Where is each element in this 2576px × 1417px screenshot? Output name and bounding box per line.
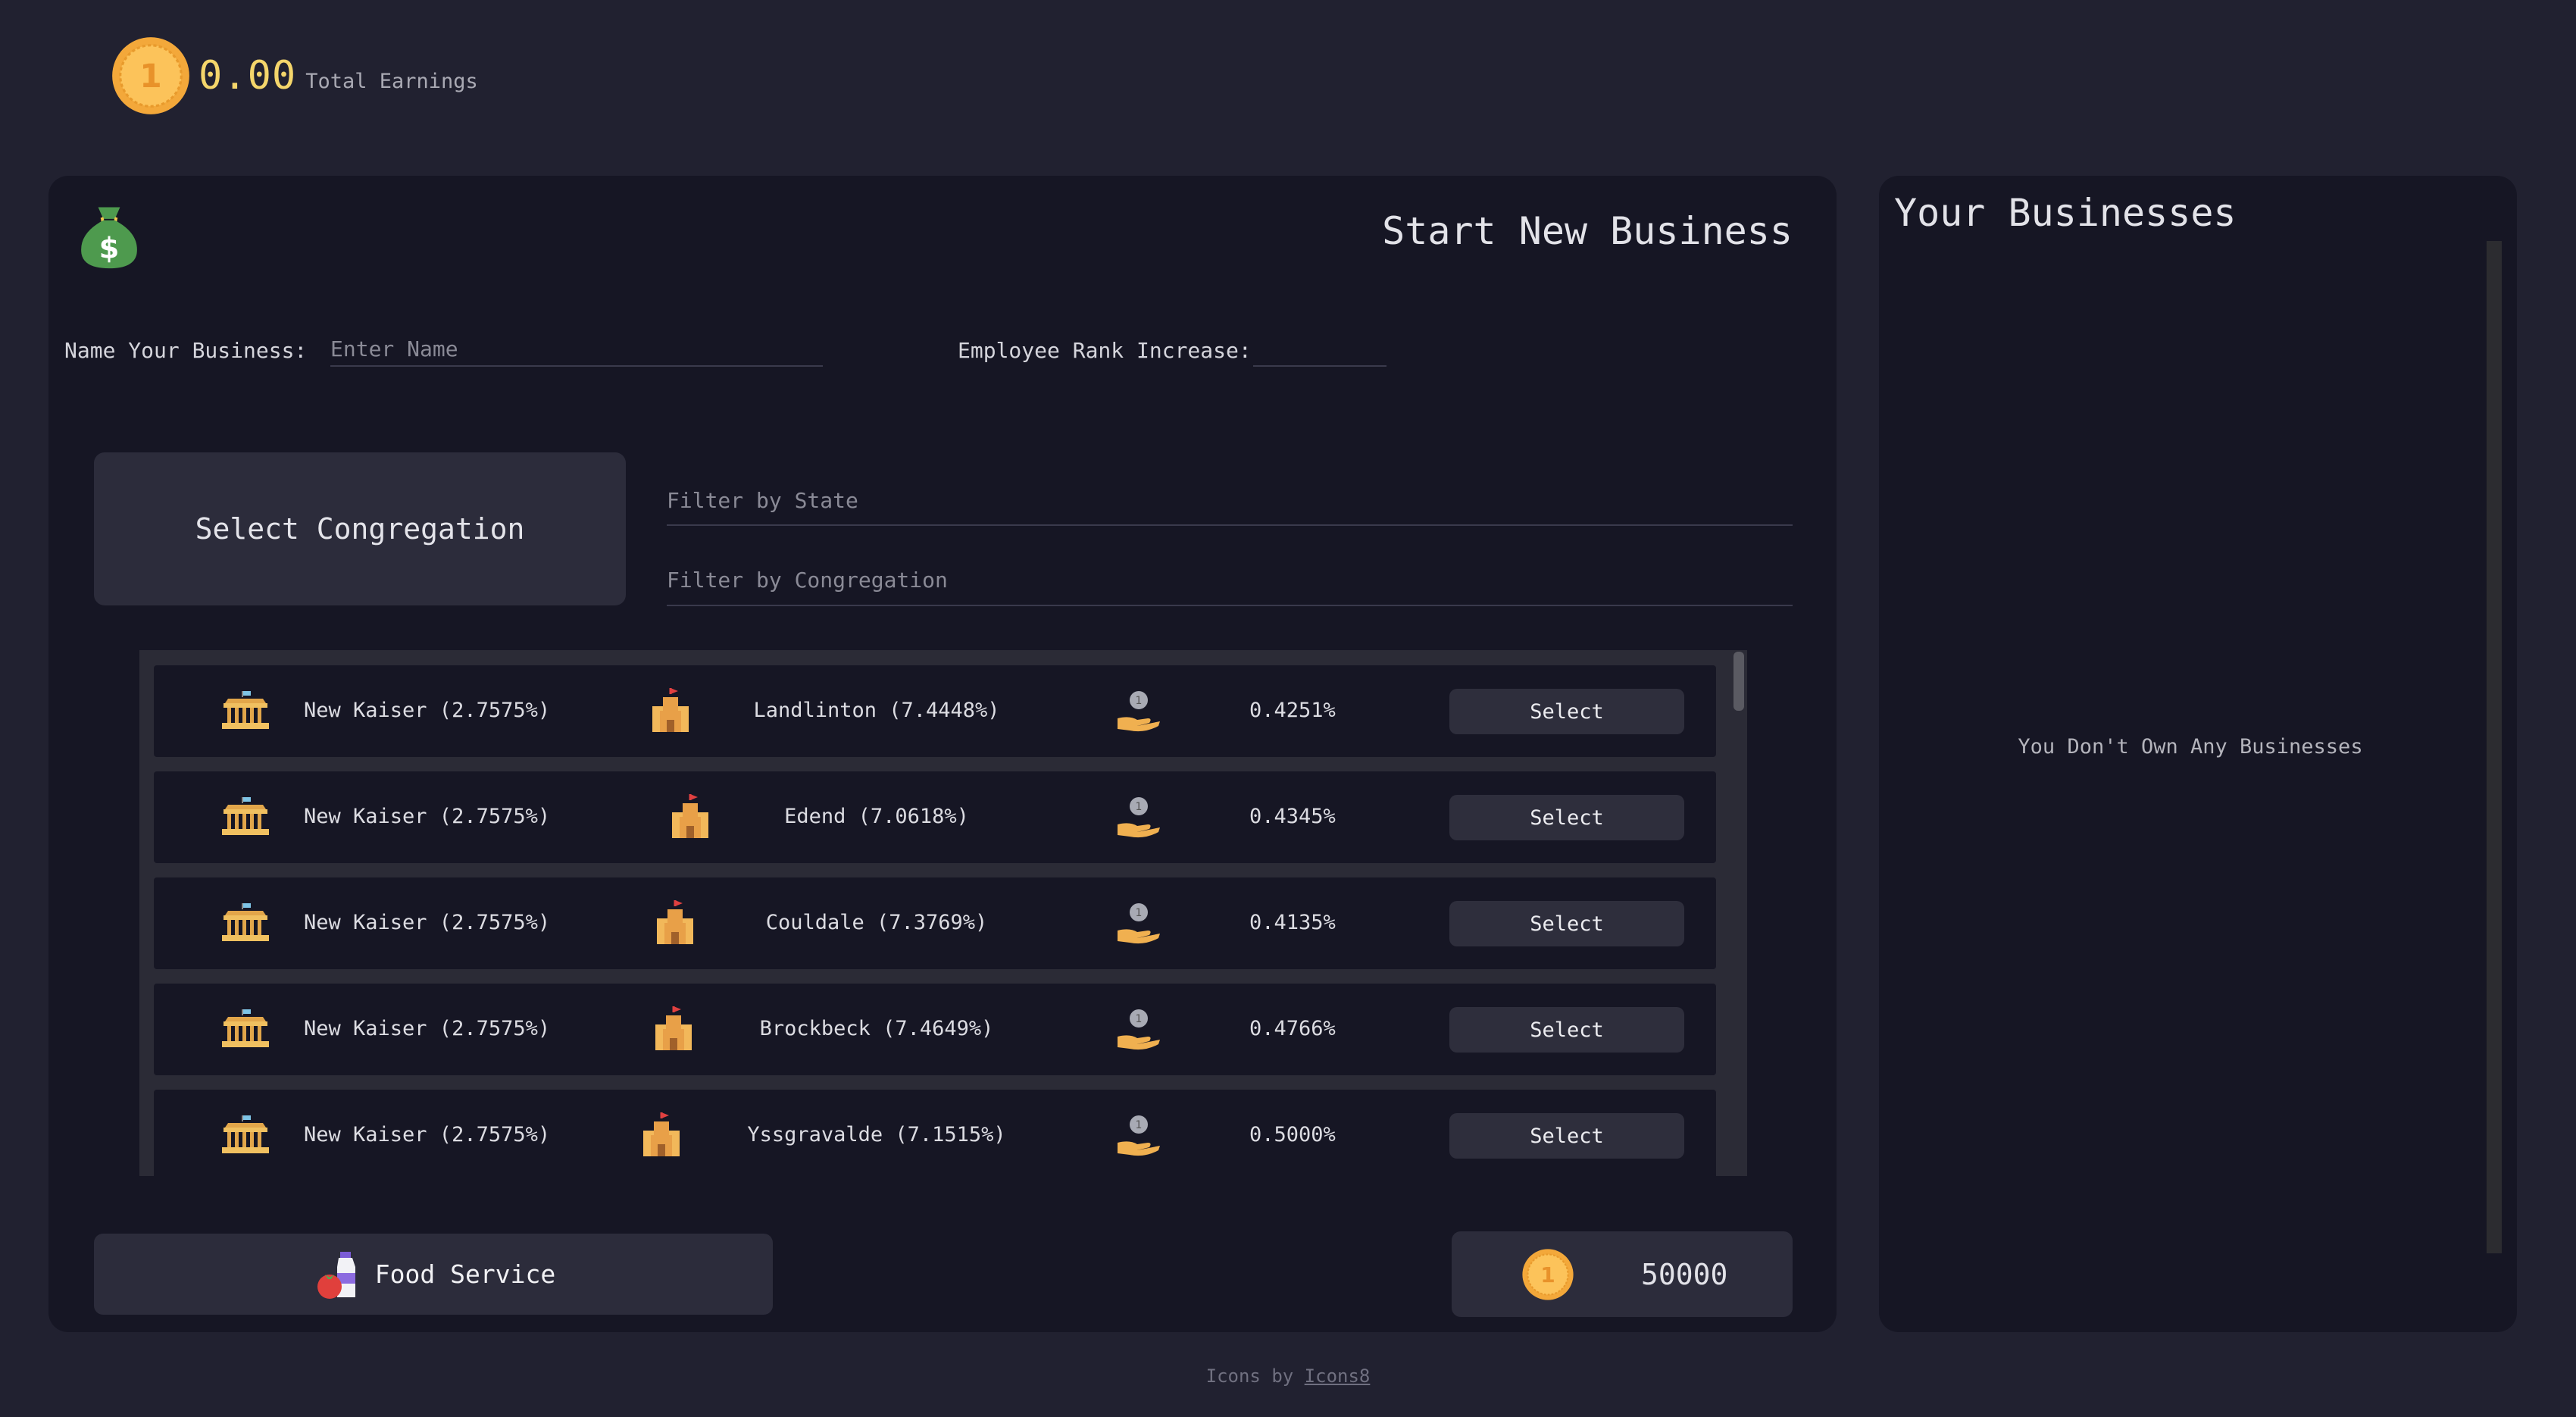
svg-text:1: 1 [1136, 695, 1143, 707]
congregation-label: Couldale (7.3769%) [765, 911, 988, 934]
employee-rank-input[interactable] [1253, 332, 1386, 367]
select-button[interactable]: Select [1449, 901, 1684, 946]
state-label: New Kaiser (2.7575%) [304, 1123, 551, 1146]
state-label: New Kaiser (2.7575%) [304, 805, 551, 828]
state-label: New Kaiser (2.7575%) [304, 911, 551, 934]
congregation-label: Landlinton (7.4448%) [753, 699, 1000, 722]
svg-text:$: $ [99, 232, 120, 266]
select-congregation-button[interactable]: Select Congregation [94, 452, 626, 605]
coin-hand-icon: 1 [1118, 691, 1160, 732]
rate-value: 0.5000% [1249, 1123, 1336, 1146]
list-item: New Kaiser (2.7575%) Landlinton (7.4448%… [154, 665, 1716, 757]
start-business-title: Start New Business [1382, 209, 1793, 253]
coin-hand-icon: 1 [1118, 797, 1160, 838]
business-type-button[interactable]: Food Service [94, 1234, 773, 1315]
congregation-label: Yssgravalde (7.1515%) [747, 1123, 1006, 1146]
capitol-icon [222, 691, 269, 729]
list-scrollbar-thumb[interactable] [1733, 652, 1744, 711]
congregation-list[interactable]: New Kaiser (2.7575%) Landlinton (7.4448%… [139, 650, 1747, 1176]
business-name-input[interactable] [330, 332, 823, 367]
capitol-icon [222, 797, 269, 835]
svg-text:1: 1 [1136, 1013, 1143, 1025]
select-button[interactable]: Select [1449, 689, 1684, 734]
filter-state-input[interactable] [667, 470, 1793, 526]
filter-congregation-input[interactable] [667, 549, 1793, 606]
empty-businesses-message: You Don't Own Any Businesses [2018, 735, 2363, 759]
total-earnings-label: Total Earnings [305, 69, 478, 93]
earnings-display: 1 0.00 Total Earnings [111, 35, 478, 117]
list-item: New Kaiser (2.7575%) Edend (7.0618%) 1 0… [154, 771, 1716, 863]
coin-icon: 1 [112, 37, 189, 114]
svg-text:1: 1 [1540, 1262, 1555, 1287]
coin-hand-icon: 1 [1118, 903, 1160, 944]
list-item: New Kaiser (2.7575%) Couldale (7.3769%) … [154, 877, 1716, 969]
rate-value: 0.4135% [1249, 911, 1336, 934]
castle-icon [652, 688, 689, 732]
total-earnings-value: 0.00 [199, 53, 297, 99]
castle-icon [655, 1006, 692, 1050]
select-button[interactable]: Select [1449, 795, 1684, 840]
coin-hand-icon: 1 [1118, 1115, 1160, 1156]
footer-prefix: Icons by [1205, 1365, 1294, 1387]
rate-value: 0.4345% [1249, 805, 1336, 828]
svg-text:1: 1 [1136, 1119, 1143, 1131]
castle-icon [643, 1112, 680, 1156]
state-label: New Kaiser (2.7575%) [304, 699, 551, 722]
svg-text:1: 1 [1136, 801, 1143, 813]
svg-text:1: 1 [1136, 907, 1143, 919]
castle-icon [672, 794, 708, 838]
capitol-icon [222, 1115, 269, 1153]
icons8-link[interactable]: Icons8 [1305, 1365, 1371, 1387]
rate-value: 0.4251% [1249, 699, 1336, 722]
select-button[interactable]: Select [1449, 1113, 1684, 1159]
business-name-label: Name Your Business: [64, 338, 308, 363]
coin-hand-icon: 1 [1118, 1009, 1160, 1050]
state-label: New Kaiser (2.7575%) [304, 1017, 551, 1040]
capitol-icon [222, 1009, 269, 1047]
list-item: New Kaiser (2.7575%) Brockbeck (7.4649%)… [154, 984, 1716, 1075]
capitol-icon [222, 903, 269, 941]
congregation-label: Edend (7.0618%) [784, 805, 969, 828]
money-bag-icon: $ [81, 207, 137, 269]
footer-credit: Icons by Icons8 [0, 1365, 2576, 1387]
food-icon [317, 1251, 355, 1299]
employee-rank-label: Employee Rank Increase: [958, 338, 1252, 363]
rate-value: 0.4766% [1249, 1017, 1336, 1040]
your-businesses-title: Your Businesses [1894, 191, 2237, 235]
list-item: New Kaiser (2.7575%) Yssgravalde (7.1515… [154, 1090, 1716, 1176]
svg-text:1: 1 [139, 58, 162, 95]
castle-icon [657, 900, 693, 944]
business-price: 1 50000 [1452, 1231, 1793, 1317]
select-button[interactable]: Select [1449, 1007, 1684, 1053]
price-value: 50000 [1641, 1257, 1728, 1291]
coin-icon: 1 [1522, 1248, 1574, 1300]
congregation-label: Brockbeck (7.4649%) [759, 1017, 994, 1040]
business-type-label: Food Service [374, 1259, 556, 1289]
